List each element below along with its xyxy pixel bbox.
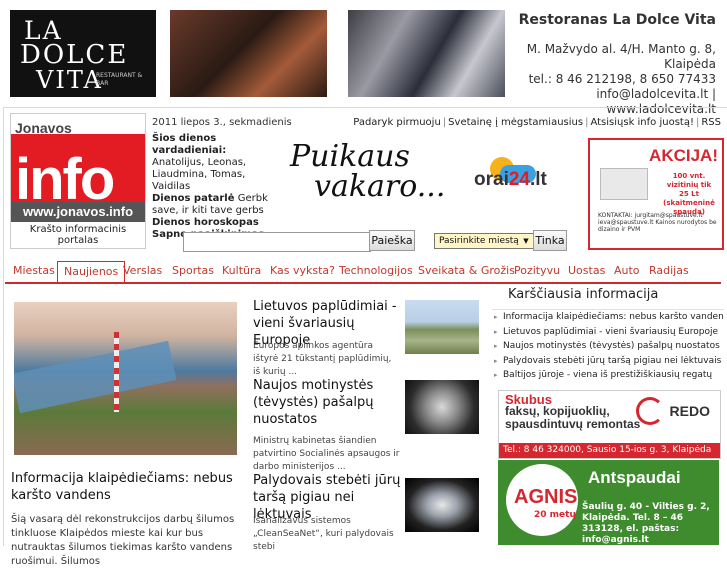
main-article-image[interactable] bbox=[14, 302, 237, 455]
news-item-title[interactable]: Naujos motinystės (tėvystės) pašalpų nuo… bbox=[253, 377, 401, 428]
redo-logo-icon bbox=[636, 397, 664, 425]
logo-word-info: info bbox=[15, 147, 115, 212]
news-item-text: Išanalizavus sistemos „CleanSeaNet“, kur… bbox=[253, 516, 394, 552]
restaurant-phone: tel.: 8 46 212198, 8 650 77433 bbox=[528, 72, 716, 86]
nav-uostas[interactable]: Uostas bbox=[568, 261, 605, 281]
greeting-line-2: vakaro... bbox=[314, 169, 446, 204]
agnis-logo-text: AGNIS bbox=[514, 486, 578, 508]
akcija-title: AKCIJA! bbox=[649, 146, 718, 165]
greeting-text: Puikaus vakaro... bbox=[290, 142, 445, 202]
orai-text-lt: .lt bbox=[530, 169, 547, 190]
nav-kas-vyksta[interactable]: Kas vyksta? bbox=[270, 261, 335, 281]
nav-sveikata-grozis[interactable]: Sveikata & Grožis bbox=[418, 261, 515, 281]
main-article-headline[interactable]: Informacija klaipėdiečiams: nebus karšto… bbox=[11, 470, 241, 504]
horoscope-link[interactable]: Dienos horoskopas bbox=[152, 217, 259, 228]
link-make-homepage[interactable]: Padaryk pirmuoju bbox=[353, 117, 441, 128]
redo-logo-text: REDO bbox=[669, 403, 710, 419]
link-add-favorites[interactable]: Svetainę į mėgstamiausius bbox=[448, 117, 583, 128]
jonavos-info-logo[interactable]: Jonavos info www.jonavos.info Krašto inf… bbox=[10, 113, 146, 249]
hot-news-item[interactable]: Lietuvos paplūdimiai - vieni švariausių … bbox=[492, 325, 724, 340]
main-nav: Miestas Naujienos Verslas Sportas Kultūr… bbox=[5, 261, 721, 284]
search-input[interactable] bbox=[183, 232, 371, 252]
logo-red-block: info bbox=[11, 134, 145, 210]
business-card-image bbox=[600, 168, 648, 200]
orai-text-a: orai bbox=[474, 169, 509, 190]
hot-news-item[interactable]: Naujos motinystės (tėvystės) pašalpų nuo… bbox=[492, 339, 724, 354]
chevron-down-icon: ▼ bbox=[523, 237, 529, 245]
hot-news-title: Karščiausia informacija bbox=[508, 287, 659, 302]
top-links: Padaryk pirmuoju | Svetainę į mėgstamiausi… bbox=[353, 117, 721, 128]
agnis-ad-title: Antspaudai bbox=[588, 468, 681, 487]
orai-text-24: 24 bbox=[508, 169, 530, 190]
akcija-price: 100 vnt. vizitinių tik 25 Lt (skaitmenin… bbox=[663, 172, 715, 216]
redo-ad-phone: Tel.: 8 46 324000, Sausio 15-ios g. 3, K… bbox=[499, 443, 720, 458]
name-days-line-1: Anatolijus, Leonas, bbox=[152, 157, 247, 168]
akcija-ad[interactable]: AKCIJA! 100 vnt. vizitinių tik 25 Lt (sk… bbox=[588, 138, 724, 250]
logo-tagline: Krašto informacinis portalas bbox=[29, 224, 127, 246]
hot-news-item[interactable]: Informacija klaipėdiečiams: nebus karšto… bbox=[492, 310, 724, 325]
address-line-1: M. Mažvydo al. 4/H. Manto g. 8, bbox=[526, 42, 716, 56]
nav-miestas[interactable]: Miestas bbox=[13, 261, 55, 281]
nav-sportas[interactable]: Sportas bbox=[172, 261, 214, 281]
address-line-2: Klaipėda bbox=[664, 57, 716, 71]
restaurant-bar-photo bbox=[348, 10, 505, 97]
logo-text-restaurant-bar: RESTAURANT & BAR bbox=[96, 72, 143, 87]
link-rss[interactable]: RSS bbox=[701, 117, 721, 128]
image-river-shape bbox=[14, 340, 177, 414]
link-download-toolbar[interactable]: Atsisiųsk info juostą! bbox=[590, 117, 694, 128]
nav-naujienos[interactable]: Naujienos bbox=[57, 261, 126, 282]
orai24-text: orai24.lt bbox=[474, 169, 547, 191]
nav-pozityvu[interactable]: Pozityvu bbox=[514, 261, 560, 281]
agnis-logo-years: 20 metų bbox=[534, 510, 576, 520]
nav-verslas[interactable]: Verslas bbox=[123, 261, 162, 281]
name-days-block: Šios dienos vardadieniai: Anatolijus, Le… bbox=[152, 133, 284, 241]
restaurant-interior-photo bbox=[170, 10, 327, 97]
logo-text-vita: VITA bbox=[36, 66, 103, 94]
redo-ad-line-2: faksų, kopijuoklių, spausdintuvų remonta… bbox=[505, 404, 641, 431]
news-item-text: Ministrų kabinetas šiandien patvirtino S… bbox=[253, 436, 400, 472]
city-confirm-button[interactable]: Tinka bbox=[533, 230, 567, 251]
city-select[interactable]: Pasirinkite miestą ▼ bbox=[434, 233, 534, 249]
restaurant-banner[interactable]: LA DOLCE VITA RESTAURANT & BAR Restorana… bbox=[0, 0, 727, 116]
logo-url: www.jonavos.info bbox=[11, 202, 145, 222]
image-chimney-shape bbox=[114, 332, 119, 412]
hot-news-item[interactable]: Palydovais stebėti jūrų taršą pigiau nei… bbox=[492, 354, 724, 369]
nav-auto[interactable]: Auto bbox=[614, 261, 640, 281]
restaurant-address: M. Mažvydo al. 4/H. Manto g. 8, Klaipėda… bbox=[516, 42, 716, 117]
name-days-line-2: Liaudmina, Tomas, Vaidilas bbox=[152, 169, 246, 192]
akcija-contacts: KONTAKTAI: jurgitam@spaustuve.lt ieva@sp… bbox=[598, 212, 717, 233]
news-item-text: Europos aplinkos agentūra ištyrė 21 tūks… bbox=[253, 341, 392, 377]
nav-technologijos[interactable]: Technologijos bbox=[339, 261, 413, 281]
nav-kultura[interactable]: Kultūra bbox=[222, 261, 261, 281]
agnis-ad-address: Šaulių g. 40 - Vilties g. 2, Klaipėda. T… bbox=[582, 502, 710, 545]
hot-news-list: Informacija klaipėdiečiams: nebus karšto… bbox=[492, 309, 724, 383]
current-date: 2011 liepos 3., sekmadienis bbox=[152, 117, 292, 128]
agnis-logo: AGNIS 20 metų bbox=[506, 464, 578, 536]
hot-news-item[interactable]: Baltijos jūroje - viena iš prestižiškiau… bbox=[492, 368, 724, 383]
city-select-value: Pasirinkite miestą bbox=[439, 236, 519, 246]
search-button[interactable]: Paieška bbox=[369, 230, 415, 251]
agnis-ad[interactable]: AGNIS 20 metų Antspaudai Šaulių g. 40 - … bbox=[498, 460, 719, 545]
satellite-thumbnail[interactable] bbox=[405, 478, 479, 532]
main-article-text: Šią vasarą dėl rekonstrukcijos darbų šil… bbox=[11, 514, 235, 567]
baby-feet-thumbnail[interactable] bbox=[405, 380, 479, 434]
redo-ad[interactable]: Skubus faksų, kopijuoklių, spausdintuvų … bbox=[498, 390, 721, 459]
proverb-label: Dienos patarlė bbox=[152, 193, 235, 204]
restaurant-name: Restoranas La Dolce Vita bbox=[518, 12, 716, 28]
orai24-weather-logo[interactable]: orai24.lt bbox=[474, 155, 554, 195]
nav-radijas[interactable]: Radijas bbox=[649, 261, 689, 281]
beach-thumbnail[interactable] bbox=[405, 300, 479, 354]
la-dolce-vita-logo[interactable]: LA DOLCE VITA RESTAURANT & BAR bbox=[10, 10, 156, 97]
name-days-title: Šios dienos vardadieniai: bbox=[152, 133, 227, 156]
